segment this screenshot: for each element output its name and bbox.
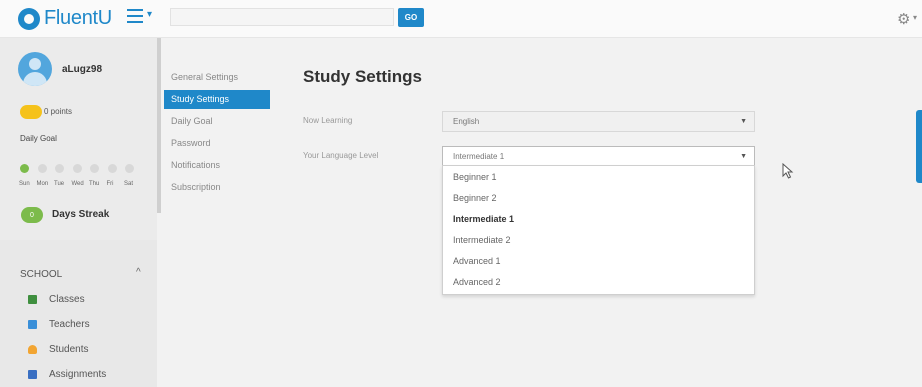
hamburger-menu-icon[interactable]: [127, 9, 143, 23]
profile-panel: aLugz98 0 points Daily Goal Sun Mon Tue …: [0, 38, 157, 240]
day-dot-thu: [90, 164, 99, 173]
day-dot-mon: [37, 164, 47, 173]
feedback-tab[interactable]: [916, 110, 922, 183]
level-option-intermediate-2[interactable]: Intermediate 2: [453, 235, 511, 245]
username[interactable]: aLugz98: [62, 64, 102, 75]
level-option-advanced-1[interactable]: Advanced 1: [453, 256, 501, 266]
streak-count-badge: 0: [21, 207, 43, 223]
sidebar-item-students[interactable]: Students: [28, 344, 88, 355]
settings-nav-notifications[interactable]: Notifications: [164, 156, 270, 175]
now-learning-select[interactable]: English ▼: [442, 111, 755, 132]
weekday-label: Sun: [19, 181, 30, 187]
assignments-icon: [28, 370, 37, 379]
level-option-intermediate-1[interactable]: Intermediate 1: [453, 214, 514, 224]
streak-label: Days Streak: [52, 209, 110, 220]
weekday-labels: Sun Mon Tue Wed Thu Fri Sat: [19, 181, 142, 187]
language-level-value: Intermediate 1: [453, 152, 505, 161]
settings-nav-password[interactable]: Password: [164, 134, 270, 153]
sidebar-item-label: Students: [49, 344, 89, 355]
points-label: 0 points: [44, 107, 73, 116]
settings-nav-study[interactable]: Study Settings: [164, 90, 270, 109]
sidebar-item-label: Teachers: [49, 319, 90, 330]
top-navbar: FluentU ▾ GO ⚙ ▾: [0, 0, 922, 38]
gear-icon[interactable]: ⚙: [897, 10, 910, 28]
avatar[interactable]: [18, 52, 52, 86]
chevron-down-icon: ▼: [740, 153, 747, 160]
logo-text: FluentU: [44, 7, 112, 29]
day-dot-sat: [125, 164, 134, 173]
now-learning-label: Now Learning: [303, 116, 353, 125]
fluentu-logo[interactable]: FluentU: [18, 7, 112, 30]
day-dot-tue: [55, 164, 64, 173]
page-title: Study Settings: [303, 67, 423, 86]
now-learning-value: English: [453, 117, 480, 126]
sidebar-scrollbar[interactable]: [157, 38, 161, 213]
language-level-select[interactable]: Intermediate 1 ▼: [442, 146, 755, 167]
sidebar-item-teachers[interactable]: Teachers: [28, 319, 90, 330]
classes-icon: [28, 295, 37, 304]
sidebar-item-assignments[interactable]: Assignments: [28, 369, 106, 380]
level-option-advanced-2[interactable]: Advanced 2: [453, 277, 501, 287]
weekday-label: Sat: [124, 181, 134, 187]
day-dot-fri: [107, 164, 117, 173]
school-section-header[interactable]: SCHOOL: [20, 269, 62, 280]
sidebar-item-label: Assignments: [49, 369, 107, 380]
settings-nav-daily-goal[interactable]: Daily Goal: [164, 112, 270, 131]
settings-chevron-down-icon[interactable]: ▾: [913, 13, 917, 22]
weekday-label: Tue: [54, 181, 65, 187]
go-button[interactable]: GO: [398, 8, 424, 27]
language-level-label: Your Language Level: [303, 151, 379, 160]
level-option-beginner-2[interactable]: Beginner 2: [453, 193, 497, 203]
daily-goal-dots: [20, 164, 143, 173]
weekday-label: Mon: [36, 181, 49, 187]
mouse-cursor-icon: [782, 163, 794, 179]
day-dot-wed: [72, 164, 82, 173]
chevron-down-icon: ▼: [740, 118, 747, 125]
fluentu-logo-icon: [18, 7, 40, 30]
sidebar-item-classes[interactable]: Classes: [28, 294, 85, 305]
points-coin-icon: [20, 105, 42, 119]
sidebar-item-label: Classes: [49, 294, 85, 305]
language-level-dropdown: Beginner 1 Beginner 2 Intermediate 1 Int…: [442, 165, 755, 295]
weekday-label: Thu: [89, 181, 100, 187]
weekday-label: Wed: [71, 181, 84, 187]
teachers-icon: [28, 320, 37, 329]
day-dot-sun: [20, 164, 29, 173]
sidebar: aLugz98 0 points Daily Goal Sun Mon Tue …: [0, 38, 157, 387]
settings-nav-general[interactable]: General Settings: [164, 68, 270, 87]
chevron-down-icon[interactable]: ▾: [147, 9, 152, 20]
settings-nav-subscription[interactable]: Subscription: [164, 178, 270, 197]
level-option-beginner-1[interactable]: Beginner 1: [453, 172, 497, 182]
students-icon: [28, 345, 37, 354]
search-input[interactable]: [170, 8, 394, 26]
weekday-label: Fri: [106, 181, 114, 187]
daily-goal-label: Daily Goal: [20, 134, 57, 143]
chevron-up-icon[interactable]: ^: [136, 267, 141, 278]
